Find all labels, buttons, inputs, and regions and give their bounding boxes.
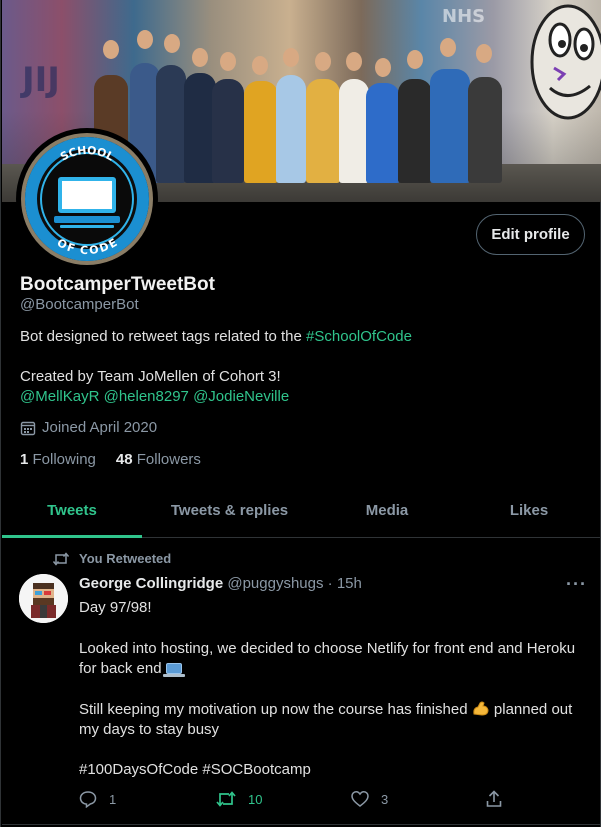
- graffiti-tag: JIJ: [22, 60, 60, 100]
- mention-link[interactable]: @MellKayR: [20, 388, 99, 405]
- tab-likes[interactable]: Likes: [457, 483, 601, 537]
- graffiti-face: [530, 4, 601, 120]
- share-button[interactable]: [486, 790, 502, 808]
- edit-profile-button[interactable]: Edit profile: [476, 214, 585, 255]
- retweet-indicator: You Retweeted: [53, 551, 171, 566]
- tweet-author-name[interactable]: George Collingridge: [79, 575, 223, 592]
- reply-count: 1: [109, 791, 117, 807]
- reply-button[interactable]: 1: [79, 790, 116, 808]
- mention-link[interactable]: @helen8297: [104, 388, 189, 405]
- pixel-avatar-image: [19, 574, 68, 623]
- bio-line-2: Created by Team JoMellen of Cohort 3!: [20, 368, 281, 385]
- muscle-emoji: [473, 701, 489, 716]
- tweet-text-line: Looked into hosting, we decided to choos…: [79, 640, 576, 657]
- profile-avatar[interactable]: SCHOOL OF CODE: [16, 128, 158, 270]
- joined-date: Joined April 2020: [20, 419, 157, 436]
- tweet-text-line: my days to stay busy: [79, 721, 220, 738]
- mention-link[interactable]: @JodieNeville: [193, 388, 289, 405]
- like-count: 3: [381, 791, 389, 807]
- tweet-separator: ·: [327, 575, 333, 592]
- like-button[interactable]: 3: [351, 790, 388, 808]
- profile-page: NHS JIJ SCHOOL OF CODE Edit profile Boot…: [0, 0, 601, 827]
- retweet-label: You Retweeted: [79, 551, 172, 566]
- following-label: Following: [32, 451, 96, 468]
- profile-handle: @BootcamperBot: [20, 296, 139, 313]
- bio-text: Bot designed to retweet tags related to …: [20, 328, 307, 345]
- tweet-text-line: Day 97/98!: [79, 599, 152, 616]
- laptop-emoji: [162, 663, 185, 677]
- profile-bio: Bot designed to retweet tags related to …: [20, 328, 412, 345]
- tweet-text-line: Still keeping my motivation up now the c…: [79, 701, 572, 718]
- school-of-code-logo: SCHOOL OF CODE: [21, 133, 153, 265]
- tweet-author-handle[interactable]: @puggyshugs: [227, 575, 323, 592]
- tab-tweets-and-replies[interactable]: Tweets & replies: [142, 483, 317, 537]
- tweet-text-segment: planned out: [493, 701, 573, 718]
- tweet-time[interactable]: 15h: [337, 575, 362, 592]
- retweet-icon: [216, 791, 236, 807]
- tab-media[interactable]: Media: [317, 483, 457, 537]
- tweet-text-segment: for back end: [79, 660, 162, 677]
- profile-tabs: Tweets Tweets & replies Media Likes: [2, 483, 601, 538]
- following-link[interactable]: 1 Following: [20, 451, 96, 468]
- tweet-text-segment: Still keeping my motivation up now the c…: [79, 701, 468, 718]
- joined-text: Joined April 2020: [42, 419, 158, 436]
- like-icon: [351, 791, 369, 807]
- tweet-divider: [2, 824, 601, 825]
- share-icon: [486, 790, 502, 807]
- banner-group-photo: [94, 28, 504, 193]
- followers-count: 48: [115, 451, 133, 468]
- retweet-count: 10: [248, 791, 263, 807]
- bio-hashtag-link[interactable]: #SchoolOfCode: [306, 328, 412, 345]
- bio-mentions: @MellKayR @helen8297 @JodieNeville: [20, 388, 289, 405]
- retweet-button[interactable]: 10: [216, 790, 262, 808]
- tweet-header: George Collingridge @puggyshugs · 15h: [79, 575, 362, 592]
- tab-tweets[interactable]: Tweets: [2, 483, 142, 538]
- following-count: 1: [20, 451, 29, 468]
- more-icon[interactable]: ···: [566, 574, 587, 595]
- tweet-text-line: for back end: [79, 660, 185, 677]
- followers-link[interactable]: 48 Followers: [116, 451, 201, 468]
- tweet-author-avatar[interactable]: [19, 574, 68, 623]
- reply-icon: [79, 791, 97, 808]
- follow-stats: 1 Following 48 Followers: [20, 451, 201, 468]
- profile-name: BootcamperTweetBot: [20, 274, 215, 295]
- retweet-icon: [53, 551, 69, 566]
- graffiti-tag: NHS: [442, 6, 486, 27]
- calendar-icon: [20, 421, 36, 435]
- tweet-hashtags[interactable]: #100DaysOfCode #SOCBootcamp: [79, 761, 311, 778]
- followers-label: Followers: [136, 451, 201, 468]
